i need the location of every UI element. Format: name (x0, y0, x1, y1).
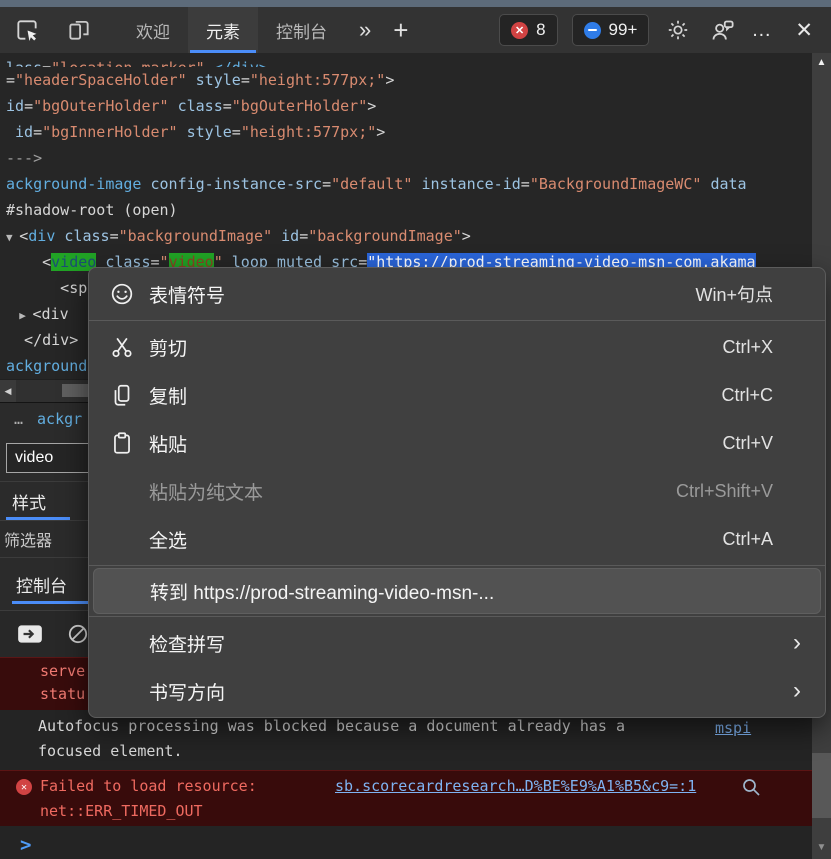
more-options-button[interactable]: … (751, 19, 773, 42)
scroll-up-icon[interactable]: ▲ (812, 57, 831, 68)
menu-item-label: 转到 https://prod-streaming-video-msn-... (150, 578, 494, 605)
styles-tab-underline (6, 517, 70, 520)
console-message-autofocus: Autofocus processing was blocked because… (0, 710, 812, 770)
menu-item-label: 全选 (149, 526, 187, 553)
issues-count-badge[interactable]: 99+ (572, 14, 650, 46)
toolbar-right-cluster: ✕ 8 99+ … ✕ (499, 14, 831, 46)
window-top-strip (0, 0, 831, 7)
clear-console-icon[interactable] (66, 622, 90, 646)
console-context-icon[interactable] (16, 622, 44, 646)
tab-welcome[interactable]: 欢迎 (118, 7, 188, 53)
tab-styles[interactable]: 样式 (12, 489, 46, 514)
settings-gear-icon[interactable] (663, 15, 693, 45)
menu-separator (89, 616, 825, 617)
menu-item-shortcut: Ctrl+C (721, 385, 773, 406)
code-line[interactable]: #shadow-root (open) (6, 197, 812, 223)
menu-item-paste[interactable]: 粘贴 Ctrl+V (89, 419, 825, 467)
scroll-down-icon[interactable]: ▼ (812, 842, 831, 853)
menu-item-goto-url[interactable]: 转到 https://prod-streaming-video-msn-... (93, 568, 821, 614)
menu-item-shortcut: Ctrl+Shift+V (676, 481, 773, 502)
magnifier-icon[interactable] (740, 776, 762, 806)
resource-source-link[interactable]: sb.scorecardresearch…D%BE%E9%A1%B5&c9=:1 (335, 774, 696, 799)
menu-item-shortcut: Ctrl+V (722, 433, 773, 454)
tab-console[interactable]: 控制台 (258, 7, 345, 53)
devtools-toolbar: 欢迎 元素 控制台 » + ✕ 8 99+ … ✕ (0, 7, 831, 54)
code-line[interactable]: ▼ <div class="backgroundImage" id="backg… (6, 223, 812, 249)
error-circle-icon: ✕ (511, 22, 528, 39)
context-menu: 表情符号 Win+句点剪切 Ctrl+X 复制 Ctrl+C 粘贴 Ctrl+V 粘贴为纯文本… (88, 267, 826, 718)
vertical-scrollbar-thumb[interactable] (812, 753, 831, 818)
more-tabs-button[interactable]: » (359, 17, 371, 43)
menu-item-copy[interactable]: 复制 Ctrl+C (89, 371, 825, 419)
code-line[interactable]: ackground-image config-instance-src="def… (6, 171, 812, 197)
code-line[interactable]: id="bgOuterHolder" class="bgOuterHolder"… (6, 93, 812, 119)
code-line[interactable]: ---> (6, 145, 812, 171)
menu-separator (89, 565, 825, 566)
device-toolbar-icon[interactable] (64, 15, 94, 45)
console-prompt[interactable]: > (0, 826, 812, 859)
cut-icon (109, 334, 149, 360)
close-devtools-button[interactable]: ✕ (787, 18, 821, 43)
console-tab-underline (12, 601, 98, 604)
menu-item-label: 粘贴为纯文本 (149, 478, 263, 505)
code-line[interactable]: ="headerSpaceHolder" style="height:577px… (6, 67, 812, 93)
prompt-chevron-icon: > (20, 834, 31, 856)
console-message-failed-resource: ✕ Failed to load resource: net::ERR_TIME… (0, 770, 812, 826)
inspect-element-icon[interactable] (12, 15, 42, 45)
scroll-left-icon[interactable]: ◀ (0, 380, 16, 402)
menu-item-label: 检查拼写 (149, 630, 225, 657)
breadcrumb-ellipsis[interactable]: … (14, 410, 23, 428)
menu-item-label: 书写方向 (149, 678, 225, 705)
menu-item-shortcut: Ctrl+X (722, 337, 773, 358)
new-tab-button[interactable]: + (393, 15, 408, 46)
code-line[interactable]: id="bgInnerHolder" style="height:577px;"… (6, 119, 812, 145)
feedback-icon[interactable] (707, 15, 737, 45)
menu-item-label: 复制 (149, 382, 187, 409)
menu-item-cut[interactable]: 剪切 Ctrl+X (89, 323, 825, 371)
menu-item-check-spelling[interactable]: 检查拼写 › (89, 619, 825, 667)
devtools-window: 欢迎 元素 控制台 » + ✕ 8 99+ … ✕ lass="loc (0, 0, 831, 859)
menu-item-writing-direction[interactable]: 书写方向 › (89, 667, 825, 715)
autofocus-source-link[interactable]: mspi (715, 716, 751, 741)
breadcrumb-item[interactable]: ackgr (37, 410, 82, 428)
submenu-chevron-icon: › (793, 679, 801, 703)
message-bubble-icon (584, 22, 601, 39)
error-count-badge[interactable]: ✕ 8 (499, 14, 557, 46)
emoji-icon (109, 281, 149, 307)
menu-item-shortcut: Ctrl+A (722, 529, 773, 550)
error-circle-icon: ✕ (16, 779, 32, 795)
menu-separator (89, 320, 825, 321)
menu-item-label: 表情符号 (149, 281, 225, 308)
copy-icon (109, 382, 149, 408)
panel-tabs: 欢迎 元素 控制台 (118, 7, 345, 53)
filter-label[interactable]: 筛选器 (4, 527, 52, 551)
menu-item-select-all[interactable]: 全选 Ctrl+A (89, 515, 825, 563)
paste-icon (109, 430, 149, 456)
menu-item-shortcut: Win+句点 (695, 281, 773, 307)
tab-console-drawer[interactable]: 控制台 (16, 572, 67, 597)
menu-item-emoji[interactable]: 表情符号 Win+句点 (89, 270, 825, 318)
menu-item-paste-plain: 粘贴为纯文本 Ctrl+Shift+V (89, 467, 825, 515)
tab-elements[interactable]: 元素 (188, 7, 258, 53)
menu-item-label: 粘贴 (149, 430, 187, 457)
code-line[interactable]: lass="location-marker" </div> (6, 55, 812, 67)
submenu-chevron-icon: › (793, 631, 801, 655)
menu-item-label: 剪切 (149, 334, 187, 361)
